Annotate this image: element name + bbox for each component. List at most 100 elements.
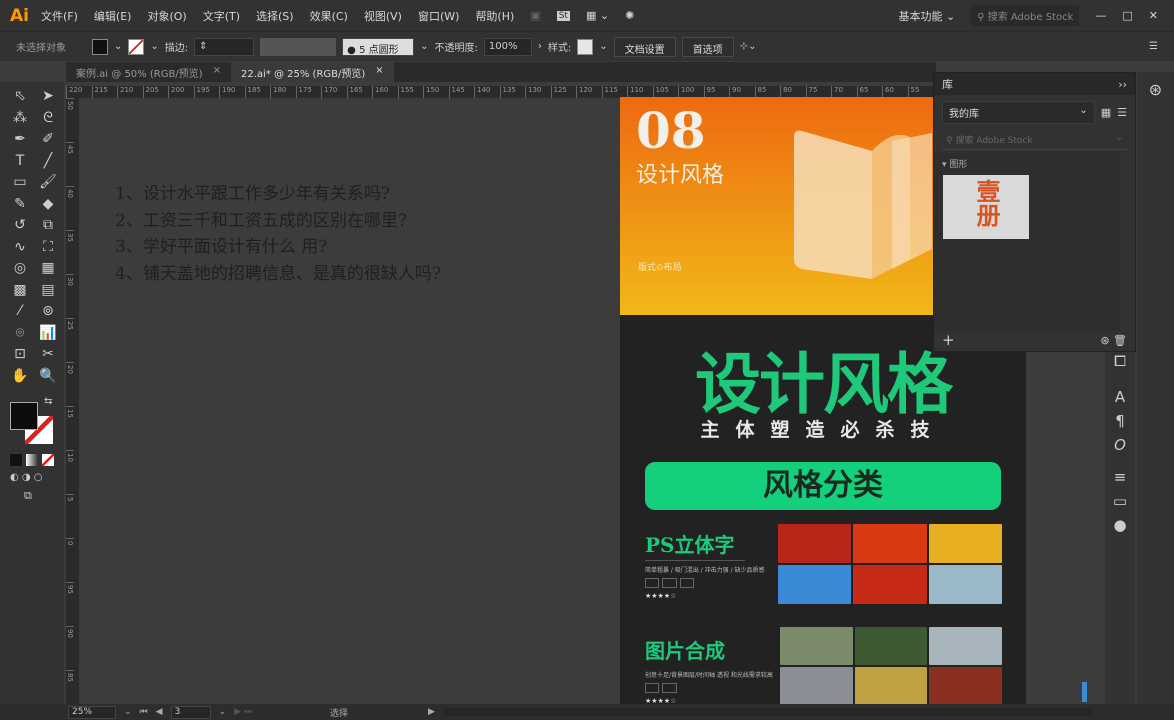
zoom-tool[interactable]: 🔍 [35,366,61,387]
maximize-button[interactable]: □ [1122,9,1132,22]
status-mode[interactable]: 选择 [330,706,420,719]
scale-tool[interactable]: ⧉ [35,215,61,236]
workspace-switcher[interactable]: 基本功能 ⌄ [898,8,955,24]
gradient-icon[interactable] [26,454,38,466]
warp-tool[interactable]: ∿ [7,237,33,258]
close-button[interactable]: ✕ [1149,9,1158,22]
menu-edit[interactable]: 编辑(E) [94,8,132,24]
style-swatch[interactable] [577,38,594,55]
opacity-input[interactable]: 100% [483,37,532,56]
menu-select[interactable]: 选择(S) [256,8,294,24]
close-icon[interactable]: × [375,65,383,79]
slice-tool[interactable]: ✂ [35,344,61,365]
menu-view[interactable]: 视图(V) [364,8,402,24]
character-panel-icon[interactable]: A [1105,388,1135,412]
menu-help[interactable]: 帮助(H) [475,8,514,24]
close-icon[interactable]: × [213,65,221,79]
next-artboard-icon[interactable]: ▶ ⏭ [234,707,252,717]
list-view-icon[interactable]: ☰ [1117,106,1127,119]
none-icon[interactable] [42,454,54,466]
status-menu-arrow[interactable]: ▶ [428,707,435,717]
fill-swatch[interactable] [92,38,108,55]
chevron-right-icon[interactable]: › [538,41,542,52]
paragraph-panel-icon[interactable]: ¶ [1105,412,1135,436]
chevron-down-icon[interactable]: ⌄ [124,707,132,717]
panel-menu-icon[interactable]: ☰ [1149,41,1158,52]
chevron-down-icon[interactable]: ⌄ [114,41,122,52]
variable-width-profile[interactable] [260,37,337,56]
arrange-icon[interactable]: ⊹⌄ [740,41,757,52]
vertical-scrollbar[interactable] [1082,682,1087,702]
rectangle-tool[interactable]: ▭ [7,172,33,193]
brush-select[interactable]: ● 5 点圆形 [342,37,415,56]
library-select[interactable]: 我的库 ⌄ [942,101,1095,124]
lasso-tool[interactable]: ᘓ [35,108,61,129]
menu-type[interactable]: 文字(T) [203,8,240,24]
column-graph-tool[interactable]: 📊 [35,323,61,344]
first-artboard-icon[interactable]: ⏮ [140,707,148,717]
fill-color[interactable] [10,402,38,430]
symbol-sprayer-tool[interactable]: ⌾ [7,323,33,344]
stroke-swatch[interactable] [128,38,145,55]
color-icon[interactable] [10,454,22,466]
minimize-button[interactable]: — [1095,9,1106,22]
direct-selection-tool[interactable]: ➤ [35,86,61,107]
eyedropper-tool[interactable]: ⁄ [7,301,33,322]
chevron-down-icon[interactable]: ⌄ [420,41,428,52]
arrange-documents-icon[interactable]: ▦ ⌄ [586,9,609,22]
grid-view-icon[interactable]: ▦ [1101,106,1111,119]
prev-artboard-icon[interactable]: ◀ [156,707,163,717]
gradient-panel-icon[interactable]: ▭ [1105,492,1135,516]
shape-builder-tool[interactable]: ◎ [7,258,33,279]
opentype-panel-icon[interactable]: O [1105,436,1135,460]
shaper-tool[interactable]: ✎ [7,194,33,215]
creative-cloud-icon[interactable]: ⊛ [1137,80,1174,99]
artboards-panel-icon[interactable]: ⧠ [1105,352,1135,376]
menu-window[interactable]: 窗口(W) [418,8,459,24]
magic-wand-tool[interactable]: ⁂ [7,108,33,129]
artboard-tool[interactable]: ⊡ [7,344,33,365]
chevron-down-icon[interactable]: ⌄ [150,41,158,52]
tab-case-doc[interactable]: 案例.ai @ 50% (RGB/预览) × [66,62,231,82]
menu-effect[interactable]: 效果(C) [310,8,348,24]
stroke-panel-icon[interactable]: ≡ [1105,468,1135,492]
selection-tool[interactable]: ⬁ [7,86,33,107]
menu-file[interactable]: 文件(F) [41,8,78,24]
perspective-grid-tool[interactable]: ▦ [35,258,61,279]
library-graphic-thumbnail[interactable]: 壹册 [943,175,1029,239]
tab-22-doc[interactable]: 22.ai* @ 25% (RGB/预览) × [230,62,394,82]
artboard-number-select[interactable]: 3 [170,705,211,719]
bridge-icon[interactable]: ▣ [530,9,540,22]
curvature-tool[interactable]: ✐ [35,129,61,150]
transparency-panel-icon[interactable]: ● [1105,516,1135,540]
question-text-block[interactable]: 1、设计水平跟工作多少年有关系吗? 2、工资三千和工资五成的区别在哪里? 3、学… [115,181,441,287]
document-setup-button[interactable]: 文档设置 [613,36,676,57]
libraries-tab[interactable]: 库 [942,76,953,92]
hand-tool[interactable]: ✋ [7,366,33,387]
pen-tool[interactable]: ✒ [7,129,33,150]
menu-object[interactable]: 对象(O) [147,8,186,24]
zoom-select[interactable]: 25% [68,705,116,719]
eraser-tool[interactable]: ◆ [35,194,61,215]
preferences-button[interactable]: 首选项 [681,36,734,57]
blend-tool[interactable]: ⊚ [35,301,61,322]
mesh-tool[interactable]: ▩ [7,280,33,301]
gpu-performance-icon[interactable]: ✺ [625,9,634,22]
line-tool[interactable]: ╱ [35,151,61,172]
collapse-panel-button[interactable]: ›› [1118,78,1127,91]
add-content-button[interactable]: + [942,331,955,349]
gradient-tool[interactable]: ▤ [35,280,61,301]
chevron-down-icon[interactable]: ⌄ [599,41,607,52]
library-search-input[interactable]: ⚲ 搜索 Adobe Stock ⌄ [942,130,1127,150]
draw-modes-icon[interactable]: ◐ ◑ ○ [0,466,64,489]
stock-search[interactable]: ⚲ 搜索 Adobe Stock [971,5,1080,26]
free-transform-tool[interactable]: ⛶ [35,237,61,258]
screen-mode-icon[interactable]: ⧉ [0,489,64,503]
swap-colors-icon[interactable]: ⇆ [44,396,52,407]
type-tool[interactable]: T [7,151,33,172]
paintbrush-tool[interactable]: 🖌 [35,172,61,193]
graphics-group-header[interactable]: ▾ 图形 [942,157,967,170]
chevron-down-icon[interactable]: ⌄ [219,707,227,717]
creative-cloud-icon[interactable]: ⊛ [1100,334,1109,347]
rotate-tool[interactable]: ↺ [7,215,33,236]
